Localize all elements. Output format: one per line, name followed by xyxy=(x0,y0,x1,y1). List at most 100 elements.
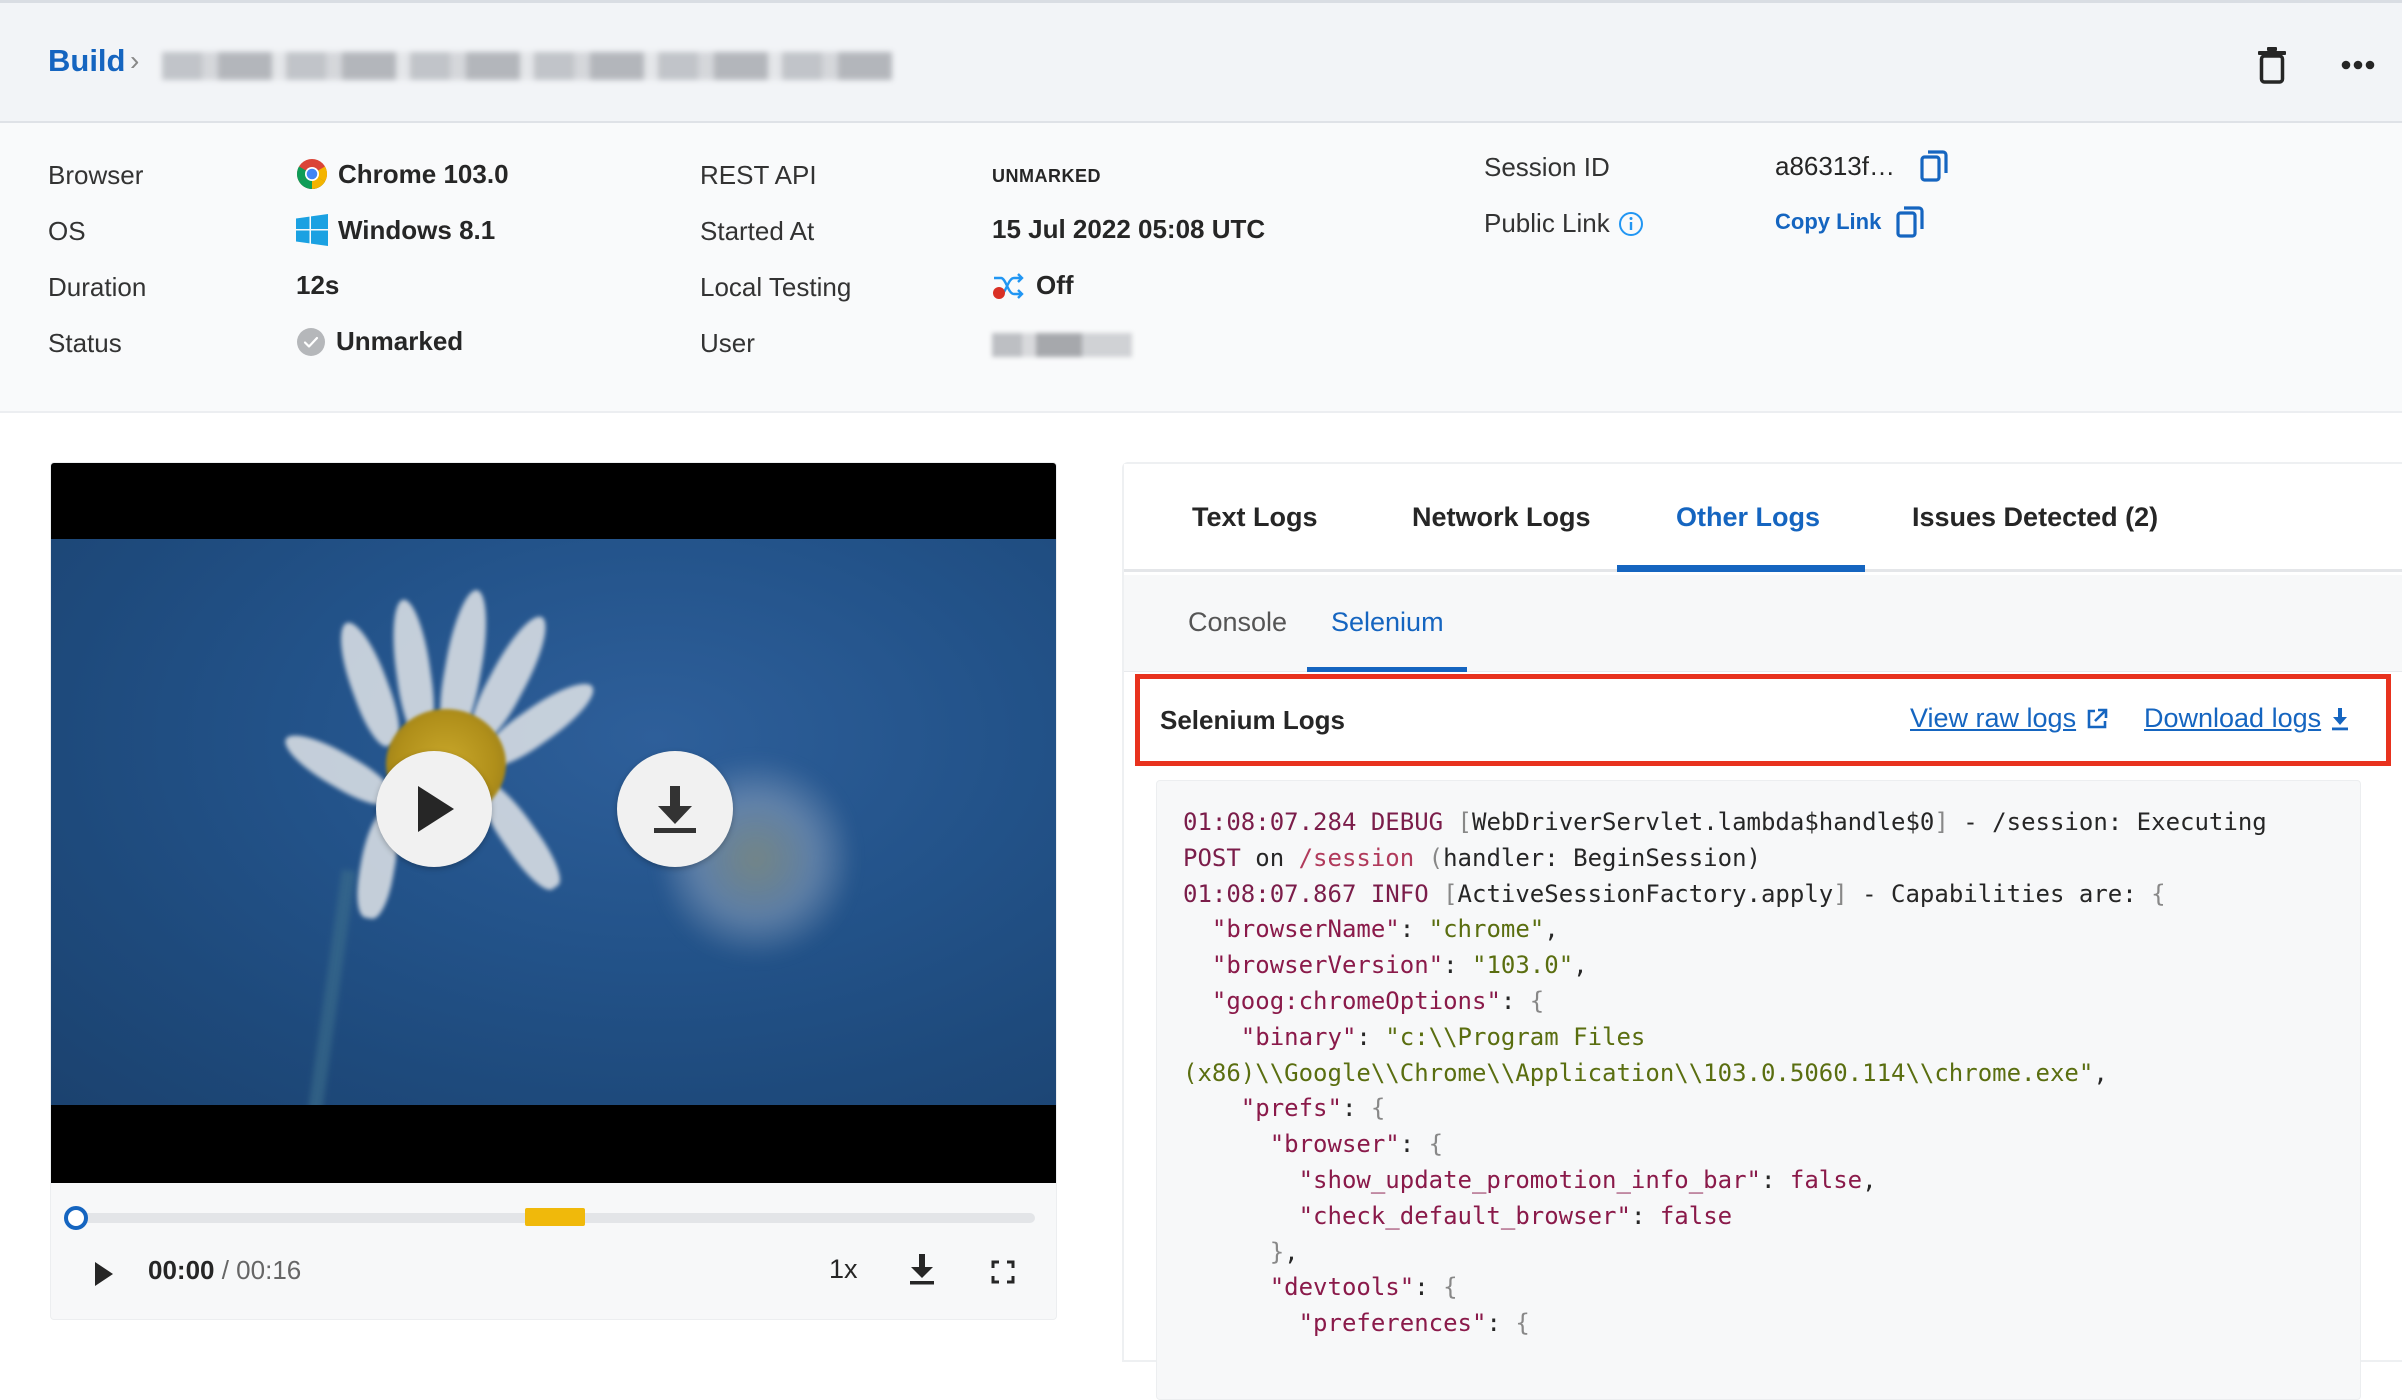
more-options-icon xyxy=(2341,60,2375,70)
user-name-redacted xyxy=(992,333,1132,357)
logs-tabs: Text Logs Network Logs Other Logs Issues… xyxy=(1124,464,2402,572)
delete-button[interactable] xyxy=(2250,43,2294,87)
log-line: 01:08:07.284 DEBUG [WebDriverServlet.lam… xyxy=(1183,808,2267,836)
view-raw-logs-link[interactable]: View raw logs xyxy=(1910,703,2108,734)
selenium-log-output[interactable]: 01:08:07.284 DEBUG [WebDriverServlet.lam… xyxy=(1156,780,2361,1400)
download-icon xyxy=(2332,707,2349,730)
browser-name: Chrome 103.0 xyxy=(338,158,509,189)
breadcrumb-separator: › xyxy=(130,45,140,76)
time-display: 00:00 / 00:16 xyxy=(148,1255,301,1286)
status-label: Status xyxy=(48,328,122,358)
public-link-value: Copy Link xyxy=(1775,205,1925,239)
more-options-button[interactable] xyxy=(2336,47,2380,83)
download-icon xyxy=(910,1254,934,1285)
copy-link-button[interactable]: Copy Link xyxy=(1775,209,1881,235)
subtab-selenium[interactable]: Selenium xyxy=(1331,607,1444,638)
log-line: 01:08:07.867 INFO [ActiveSessionFactory.… xyxy=(1183,879,2166,908)
download-video-button[interactable] xyxy=(909,1251,939,1287)
playback-speed-text: 1x xyxy=(829,1254,858,1284)
delete-icon xyxy=(2258,47,2286,84)
session-info: Browser Chrome 103.0 OS Windows 8.1 Dura… xyxy=(0,123,2402,413)
active-tab-indicator xyxy=(1617,565,1865,572)
fullscreen-icon xyxy=(991,1260,1015,1284)
user-label: User xyxy=(700,328,755,358)
seek-thumb[interactable] xyxy=(64,1206,88,1230)
breadcrumb-build-link[interactable]: Build xyxy=(48,43,126,79)
rest-api-text: UNMARKED xyxy=(992,166,1101,186)
local-testing-icon xyxy=(993,272,1024,299)
rest-api-label: REST API xyxy=(700,160,817,190)
video-thumbnail xyxy=(51,539,1056,1105)
started-at-value: 15 Jul 2022 05:08 UTC xyxy=(992,214,1265,245)
download-logs-text: Download logs xyxy=(2144,703,2322,733)
video-frame[interactable] xyxy=(51,463,1056,1183)
selenium-logs-header: Selenium Logs View raw logs Download log… xyxy=(1135,674,2391,766)
os-label: OS xyxy=(48,216,86,246)
local-testing-value: Off xyxy=(992,270,1074,301)
log-line: "preferences": { xyxy=(1298,1309,1530,1338)
log-line: "prefs": { xyxy=(1240,1094,1386,1123)
log-line: "browserVersion": "103.0", xyxy=(1211,951,1588,980)
download-logs-link[interactable]: Download logs xyxy=(2144,703,2349,734)
log-line: }, xyxy=(1269,1237,1299,1266)
local-testing-text: Off xyxy=(1036,270,1074,300)
tab-issues-detected[interactable]: Issues Detected (2) xyxy=(1912,502,2158,533)
session-id-text: a86313f… xyxy=(1775,150,1895,181)
log-line: "show_update_promotion_info_bar": false, xyxy=(1298,1165,1877,1194)
log-line: "binary": "c:\\Program Files xyxy=(1240,1022,1646,1051)
status-text: Unmarked xyxy=(336,326,464,356)
duration-label: Duration xyxy=(48,272,147,302)
log-line: "devtools": { xyxy=(1269,1273,1458,1302)
subtab-console[interactable]: Console xyxy=(1188,607,1287,638)
log-line: POST on /session (handler: BeginSession) xyxy=(1183,843,1761,872)
status-value: Unmarked xyxy=(296,326,463,357)
browser-label: Browser xyxy=(48,160,144,190)
overlay-play-button[interactable] xyxy=(376,751,492,867)
log-line: "check_default_browser": false xyxy=(1298,1201,1733,1230)
view-raw-logs-text: View raw logs xyxy=(1910,703,2077,733)
build-title-redacted xyxy=(162,52,892,80)
check-circle-icon xyxy=(297,327,325,356)
fullscreen-button[interactable] xyxy=(991,1257,1021,1287)
tab-other-logs[interactable]: Other Logs xyxy=(1676,502,1820,533)
duration-text: 12s xyxy=(296,270,340,300)
session-id-value: a86313f… xyxy=(1775,149,1949,183)
current-time: 00:00 xyxy=(148,1255,215,1285)
video-player: 00:00 / 00:16 1x xyxy=(50,462,1057,1320)
page-header: Build › xyxy=(0,0,2402,123)
chrome-icon xyxy=(296,159,328,190)
seek-marker[interactable] xyxy=(525,1208,585,1226)
copy-icon[interactable] xyxy=(1919,149,1949,183)
other-logs-subtabs: Console Selenium xyxy=(1124,575,2402,672)
play-icon xyxy=(418,786,454,832)
rest-api-value: UNMARKED xyxy=(992,166,1101,187)
local-testing-label: Local Testing xyxy=(700,272,852,302)
logs-panel: Text Logs Network Logs Other Logs Issues… xyxy=(1122,462,2402,1400)
overlay-download-button[interactable] xyxy=(617,751,733,867)
started-at-text: 15 Jul 2022 05:08 UTC xyxy=(992,214,1266,244)
copy-icon[interactable] xyxy=(1895,205,1925,239)
duration-value: 12s xyxy=(296,270,339,301)
log-line: "goog:chromeOptions": { xyxy=(1211,986,1545,1015)
public-link-label-text: Public Link xyxy=(1484,208,1610,238)
log-line: "browser": { xyxy=(1269,1130,1444,1159)
info-icon[interactable] xyxy=(1618,211,1644,237)
selenium-logs-title: Selenium Logs xyxy=(1160,705,1345,735)
windows-icon xyxy=(296,214,328,246)
log-line: "browserName": "chrome", xyxy=(1211,915,1559,944)
user-value-redacted xyxy=(992,333,1132,357)
tab-text-logs[interactable]: Text Logs xyxy=(1192,502,1318,533)
tab-network-logs[interactable]: Network Logs xyxy=(1412,502,1591,533)
total-time: 00:16 xyxy=(236,1255,302,1285)
external-link-icon xyxy=(2087,708,2108,728)
download-icon xyxy=(654,786,696,833)
playback-speed-button[interactable]: 1x xyxy=(829,1254,858,1285)
time-separator: / xyxy=(214,1255,237,1285)
session-id-label: Session ID xyxy=(1484,152,1610,182)
public-link-label: Public Link xyxy=(1484,208,1644,239)
active-subtab-indicator xyxy=(1307,667,1467,672)
browser-value: Chrome 103.0 xyxy=(296,158,509,190)
started-at-label: Started At xyxy=(700,216,815,246)
play-icon xyxy=(95,1262,113,1286)
play-button[interactable] xyxy=(93,1257,123,1291)
